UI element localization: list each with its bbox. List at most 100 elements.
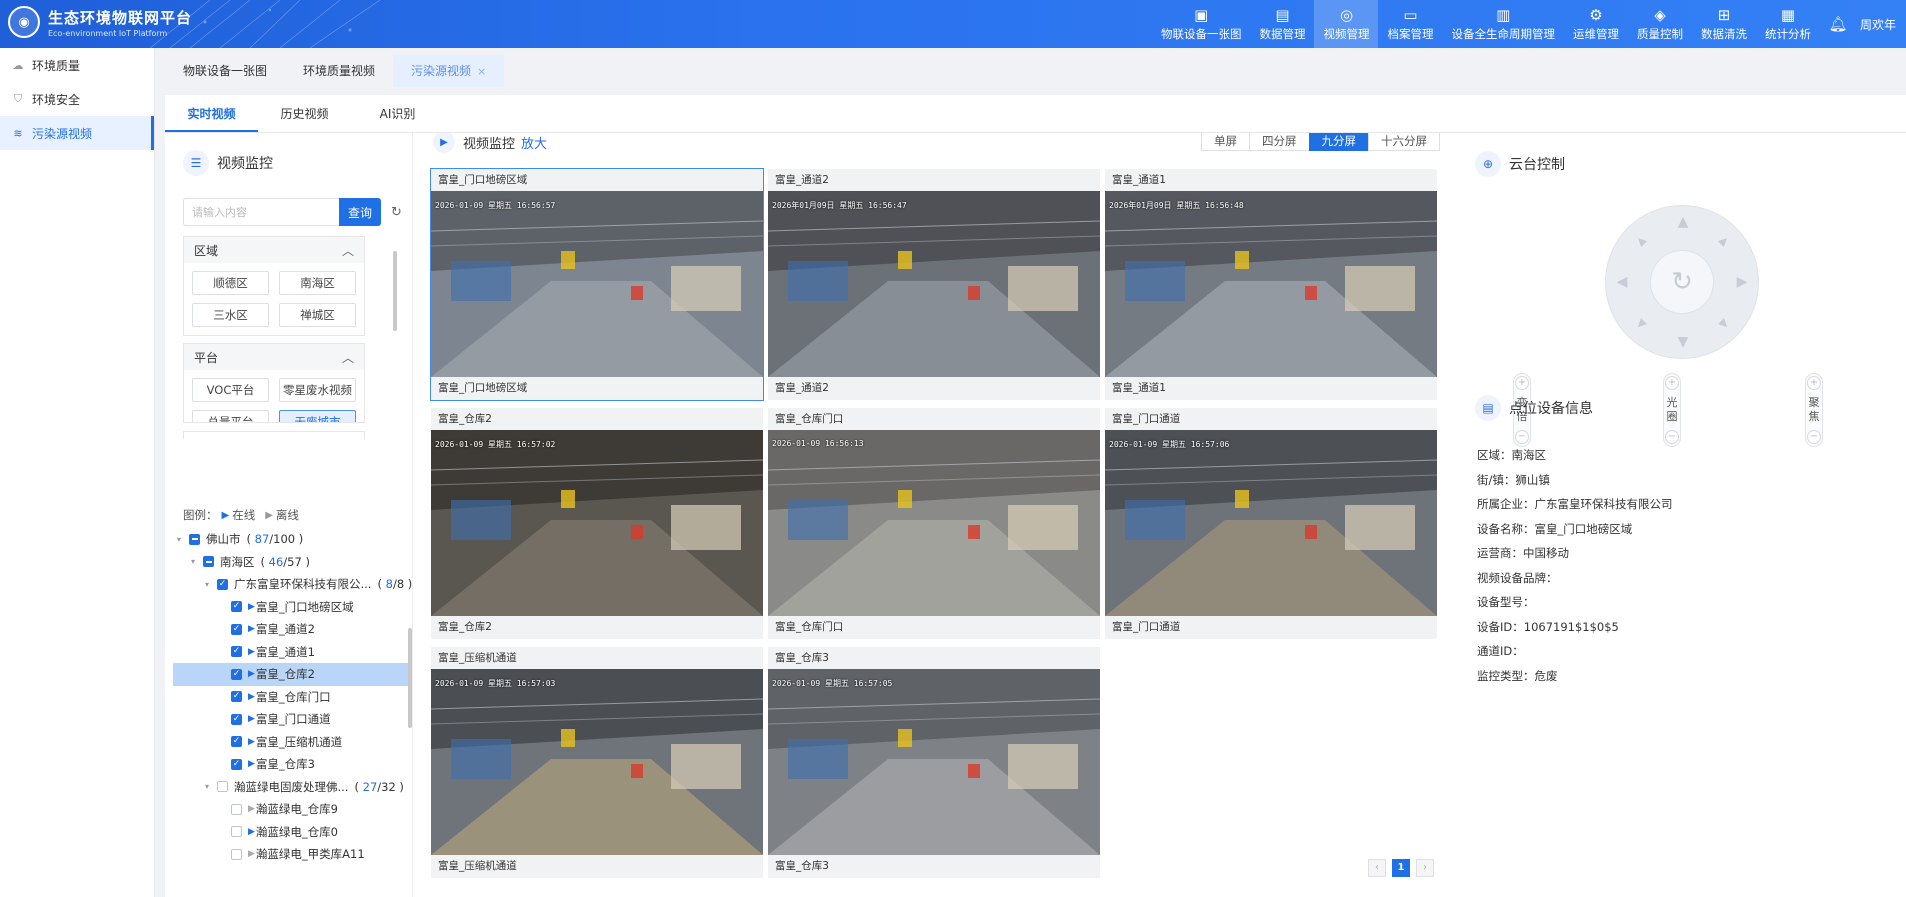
video-cell[interactable]: 富皇_通道1 2026年01月09日 星期五 16:56:48 富皇_通道1 <box>1105 169 1437 400</box>
ptz-right-icon[interactable]: ▶ <box>1734 274 1750 290</box>
prev-page-button[interactable]: ‹ <box>1368 859 1386 877</box>
video-cell[interactable]: 富皇_通道2 2026年01月09日 星期五 16:56:47 富皇_通道2 <box>768 169 1100 400</box>
tree-node[interactable]: ▾ ✓ 广东富皇环保科技有限公... ( 8/8 ) <box>173 573 412 596</box>
video-cell[interactable]: 富皇_仓库3 2026-01-09 星期五 16:57:05 富皇_仓库3 <box>768 647 1100 878</box>
page-number[interactable]: 1 <box>1392 859 1410 877</box>
sidebar-item-env-quality[interactable]: ☁ 环境质量 <box>0 48 154 82</box>
nav-data-clean[interactable]: ⊞ 数据清洗 <box>1692 0 1756 48</box>
minus-icon[interactable]: − <box>1807 430 1821 444</box>
video-feed[interactable]: 2026-01-09 星期五 16:57:06 <box>1105 430 1437 616</box>
close-icon[interactable]: × <box>477 65 486 78</box>
layout-single-button[interactable]: 单屏 <box>1201 133 1250 151</box>
tree-node[interactable]: ✓ ▶ 富皇_仓库3 <box>173 753 412 776</box>
checkbox[interactable] <box>217 781 228 793</box>
tab-ai-recognition[interactable]: AI识别 <box>351 95 444 132</box>
tree-node[interactable]: ✓ ▶ 富皇_通道1 <box>173 641 412 664</box>
plus-icon[interactable]: + <box>1515 376 1529 390</box>
tree-node[interactable]: ▾ 瀚蓝绿电固废处理佛... ( 27/32 ) <box>173 776 412 799</box>
brand[interactable]: ◉ 生态环境物联网平台 Eco-environment IoT Platform <box>8 6 192 38</box>
platform-voc[interactable]: VOC平台 <box>192 378 269 402</box>
tree-node[interactable]: ✓ ▶ 富皇_门口通道 <box>173 708 412 731</box>
nav-quality-control[interactable]: ◈ 质量控制 <box>1628 0 1692 48</box>
region-sanshui[interactable]: 三水区 <box>192 303 269 327</box>
plus-icon[interactable]: + <box>1665 376 1679 390</box>
tree-scrollbar[interactable] <box>408 628 412 728</box>
tree-node[interactable]: ▾ 佛山市 ( 87/100 ) <box>173 528 412 551</box>
tab-realtime-video[interactable]: 实时视频 <box>165 95 258 132</box>
tab-env-quality-video[interactable]: 环境质量视频 <box>285 55 393 87</box>
search-input[interactable] <box>183 198 339 226</box>
query-button[interactable]: 查询 <box>339 198 381 226</box>
sidebar-item-pollution-video[interactable]: ≋ 污染源视频 <box>0 116 154 150</box>
focus-slider[interactable]: + 聚焦 − <box>1805 373 1823 447</box>
ptz-left-icon[interactable]: ◀ <box>1614 274 1630 290</box>
checkbox[interactable]: ✓ <box>231 601 242 613</box>
expand-arrow-icon[interactable]: ▾ <box>201 580 213 589</box>
checkbox[interactable] <box>203 556 214 568</box>
video-feed[interactable]: 2026年01月09日 星期五 16:56:47 <box>768 191 1100 377</box>
video-cell[interactable]: 富皇_门口通道 2026-01-09 星期五 16:57:06 富皇_门口通道 <box>1105 408 1437 639</box>
checkbox[interactable]: ✓ <box>231 713 242 725</box>
ptz-down-right-icon[interactable]: ▼ <box>1713 313 1736 336</box>
video-feed[interactable]: 2026-01-09 星期五 16:57:03 <box>431 669 763 855</box>
tree-node[interactable]: ✓ ▶ 富皇_仓库2 <box>173 663 412 686</box>
nav-video-management[interactable]: ◎ 视频管理 <box>1314 0 1379 48</box>
platform-total[interactable]: 总量平台 <box>192 410 269 422</box>
ptz-down-icon[interactable]: ▼ <box>1675 334 1691 350</box>
tab-history-video[interactable]: 历史视频 <box>258 95 351 132</box>
checkbox[interactable]: ✓ <box>231 668 242 680</box>
checkbox[interactable] <box>231 826 242 838</box>
bell-icon[interactable]: 🔔︎ <box>1820 0 1856 48</box>
expand-arrow-icon[interactable]: ▾ <box>201 782 213 791</box>
checkbox[interactable]: ✓ <box>231 736 242 748</box>
tree-node[interactable]: ▶ 瀚蓝绿电_甲类库A11 <box>173 843 412 866</box>
checkbox[interactable]: ✓ <box>231 646 242 658</box>
video-cell[interactable]: 富皇_仓库门口 2026-01-09 16:56:13 富皇_仓库门口 <box>768 408 1100 639</box>
nav-data-management[interactable]: ▤ 数据管理 <box>1250 0 1314 48</box>
minus-icon[interactable]: − <box>1515 430 1529 444</box>
checkbox[interactable] <box>231 803 242 815</box>
region-shunde[interactable]: 顺德区 <box>192 271 269 295</box>
user-menu[interactable]: 周欢年 <box>1856 0 1906 48</box>
checkbox[interactable]: ✓ <box>231 623 242 635</box>
nav-statistics[interactable]: ▦ 统计分析 <box>1756 0 1820 48</box>
video-cell[interactable]: 富皇_门口地磅区域 2026-01-09 星期五 16:56:57 富皇_门口地磅区… <box>430 168 764 401</box>
plus-icon[interactable]: + <box>1807 376 1821 390</box>
region-nanhai[interactable]: 南海区 <box>279 271 356 295</box>
tree-node[interactable]: ▶ 瀚蓝绿电_仓库9 <box>173 798 412 821</box>
video-feed[interactable]: 2026-01-09 星期五 16:56:57 <box>431 191 763 377</box>
tree-node[interactable]: ▶ 瀚蓝绿电_仓库0 <box>173 821 412 844</box>
filter-scrollbar[interactable] <box>393 251 397 331</box>
video-feed[interactable]: 2026年01月09日 星期五 16:56:48 <box>1105 191 1437 377</box>
checkbox[interactable] <box>231 848 242 860</box>
ptz-up-left-icon[interactable]: ▲ <box>1630 230 1653 253</box>
video-feed[interactable]: 2026-01-09 星期五 16:57:05 <box>768 669 1100 855</box>
tree-node[interactable]: ✓ ▶ 富皇_通道2 <box>173 618 412 641</box>
platform-zero-waste-city[interactable]: 无废城市 <box>279 410 356 422</box>
ptz-down-left-icon[interactable]: ▼ <box>1630 313 1653 336</box>
refresh-icon[interactable]: ↻ <box>391 205 402 220</box>
tree-node[interactable]: ✓ ▶ 富皇_压缩机通道 <box>173 731 412 754</box>
video-cell[interactable]: 富皇_仓库2 2026-01-09 星期五 16:57:02 富皇_仓库2 <box>431 408 763 639</box>
ptz-reset-icon[interactable]: ↻ <box>1650 250 1714 314</box>
tab-device-map[interactable]: 物联设备一张图 <box>165 55 285 87</box>
checkbox[interactable]: ✓ <box>231 691 242 703</box>
video-cell[interactable]: 富皇_压缩机通道 2026-01-09 星期五 16:57:03 富皇_压缩机通道 <box>431 647 763 878</box>
video-feed[interactable]: 2026-01-09 星期五 16:57:02 <box>431 430 763 616</box>
platform-filter-header[interactable]: 平台 ︿ <box>184 344 364 370</box>
layout-nine-button[interactable]: 九分屏 <box>1308 133 1369 151</box>
zoom-link[interactable]: 放大 <box>521 133 547 152</box>
expand-arrow-icon[interactable]: ▾ <box>187 557 199 566</box>
layout-sixteen-button[interactable]: 十六分屏 <box>1368 133 1440 151</box>
iris-slider[interactable]: + 光圈 − <box>1663 373 1681 447</box>
nav-device-lifecycle[interactable]: ▥ 设备全生命周期管理 <box>1442 0 1564 48</box>
checkbox[interactable] <box>189 533 200 545</box>
region-filter-header[interactable]: 区域 ︿ <box>184 237 364 263</box>
tree-node[interactable]: ▾ 南海区 ( 46/57 ) <box>173 551 412 574</box>
tab-pollution-video[interactable]: 污染源视频 × <box>393 55 505 87</box>
nav-maintenance[interactable]: ⚙ 运维管理 <box>1564 0 1628 48</box>
layout-four-button[interactable]: 四分屏 <box>1249 133 1310 151</box>
minus-icon[interactable]: − <box>1665 430 1679 444</box>
next-page-button[interactable]: › <box>1416 859 1434 877</box>
expand-arrow-icon[interactable]: ▾ <box>173 535 185 544</box>
